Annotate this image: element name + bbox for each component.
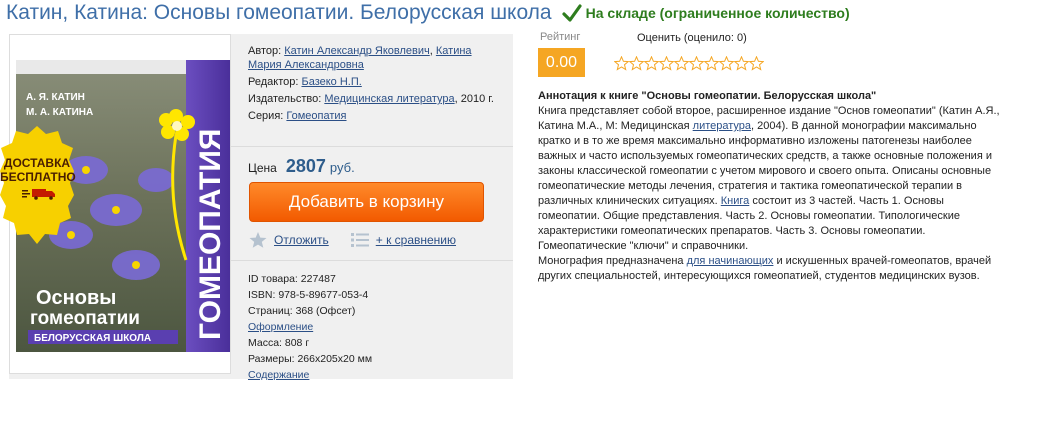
cover-author-1: А. Я. КАТИН — [26, 92, 85, 103]
rating-star-icon[interactable] — [644, 56, 659, 71]
stock-status: На складе (ограниченное количество) — [562, 3, 850, 23]
annotation-title: Аннотация к книге "Основы гомеопатии. Бе… — [538, 90, 877, 102]
defer-label: Отложить — [274, 233, 329, 247]
badge-line-2: БЕСПЛАТНО — [0, 170, 76, 184]
series-row: Серия: Гомеопатия — [248, 109, 508, 123]
cover-title-1: Основы — [36, 287, 116, 309]
divider — [231, 260, 513, 261]
weight: Масса: 808 г — [248, 337, 310, 349]
star-icon — [249, 232, 267, 248]
badge-text: ДОСТАВКА БЕСПЛАТНО — [0, 156, 76, 184]
cover-author-2: М. А. КАТИНА — [26, 107, 93, 118]
isbn: ISBN: 978-5-89677-053-4 — [248, 289, 369, 301]
author-label: Автор: — [248, 45, 282, 57]
rate-label: Оценить (оценило: 0) — [637, 32, 747, 44]
add-to-cart-button[interactable]: Добавить в корзину — [249, 182, 484, 222]
compare-button[interactable]: + к сравнению — [350, 232, 457, 248]
product-actions: Отложить + к сравнению — [249, 232, 456, 248]
design-link[interactable]: Оформление — [248, 321, 313, 333]
editor-link[interactable]: Базеко Н.П. — [301, 76, 361, 88]
badge-line-1: ДОСТАВКА — [3, 156, 71, 170]
editor-label: Редактор: — [248, 76, 299, 88]
series-label: Серия: — [248, 110, 284, 122]
annotation-link-book[interactable]: Книга — [721, 195, 750, 207]
annotation-link-literature[interactable]: литература — [693, 120, 751, 132]
annotation-text: Монография предназначена — [538, 255, 687, 267]
divider — [231, 146, 513, 147]
author-separator: , — [429, 45, 433, 57]
page-title: Катин, Катина: Основы гомеопатии. Белору… — [6, 1, 552, 24]
compare-label: + к сравнению — [375, 233, 457, 247]
annotation-paragraph-2: Монография предназначена для начинающих … — [538, 254, 1008, 284]
rating-star-icon[interactable] — [749, 56, 764, 71]
rating-star-icon[interactable] — [734, 56, 749, 71]
product-info: ID товара: 227487 ISBN: 978-5-89677-053-… — [248, 271, 372, 383]
price-row: Цена 2807 руб. — [248, 156, 355, 177]
product-box: А. Я. КАТИН М. А. КАТИНА ГОМЕОПАТИЯ Осно… — [0, 34, 513, 381]
rating-star-icon[interactable] — [719, 56, 734, 71]
annotation: Аннотация к книге "Основы гомеопатии. Бе… — [538, 89, 1008, 284]
rating-label: Рейтинг — [540, 31, 581, 43]
annotation-text: , 2004). В данной монографии максимально… — [538, 120, 992, 207]
cover-subtitle: БЕЛОРУССКАЯ ШКОЛА — [34, 333, 151, 344]
dimensions: Размеры: 266x205x20 мм — [248, 353, 373, 365]
price-value: 2807 — [285, 156, 326, 176]
rating-star-icon[interactable] — [674, 56, 689, 71]
editor-row: Редактор: Базеко Н.П. — [248, 75, 508, 89]
rating-star-icon[interactable] — [659, 56, 674, 71]
price-currency: руб. — [329, 160, 355, 175]
stock-text: На складе (ограниченное количество) — [585, 5, 850, 21]
defer-button[interactable]: Отложить — [249, 232, 329, 248]
annotation-paragraph-1: Книга представляет собой второе, расшире… — [538, 104, 1008, 254]
rating-star-icon[interactable] — [704, 56, 719, 71]
author-row: Автор: Катин Александр Яковлевич, Катина… — [248, 44, 508, 72]
publisher-year: , 2010 г. — [454, 93, 494, 105]
price-label: Цена — [248, 161, 277, 175]
product-id: ID товара: 227487 — [248, 273, 336, 285]
rating-star-icon[interactable] — [629, 56, 644, 71]
annotation-link-beginners[interactable]: для начинающих — [687, 255, 774, 267]
title-row: Катин, Катина: Основы гомеопатии. Белору… — [6, 0, 850, 26]
rating-star-icon[interactable] — [689, 56, 704, 71]
book-details: Автор: Катин Александр Яковлевич, Катина… — [248, 44, 508, 126]
truck-icon — [22, 189, 55, 200]
cover-spine-title: ГОМЕОПАТИЯ — [194, 129, 227, 340]
check-icon — [562, 4, 582, 22]
cover-title-2: гомеопатии — [30, 308, 140, 329]
publisher-row: Издательство: Медицинская литература, 20… — [248, 92, 508, 106]
list-icon — [350, 233, 369, 247]
pages: Страниц: 368 (Офсет) — [248, 305, 356, 317]
free-delivery-badge: ДОСТАВКА БЕСПЛАТНО — [0, 126, 76, 246]
series-link[interactable]: Гомеопатия — [286, 110, 346, 122]
rating-star-icon[interactable] — [614, 56, 629, 71]
badge-background — [0, 126, 74, 244]
rate-stars[interactable] — [614, 56, 764, 71]
rating-value: 0.00 — [538, 48, 585, 77]
publisher-label: Издательство: — [248, 93, 322, 105]
contents-link[interactable]: Содержание — [248, 369, 309, 381]
author-link-1[interactable]: Катин Александр Яковлевич — [284, 45, 430, 57]
publisher-link[interactable]: Медицинская литература — [324, 93, 454, 105]
